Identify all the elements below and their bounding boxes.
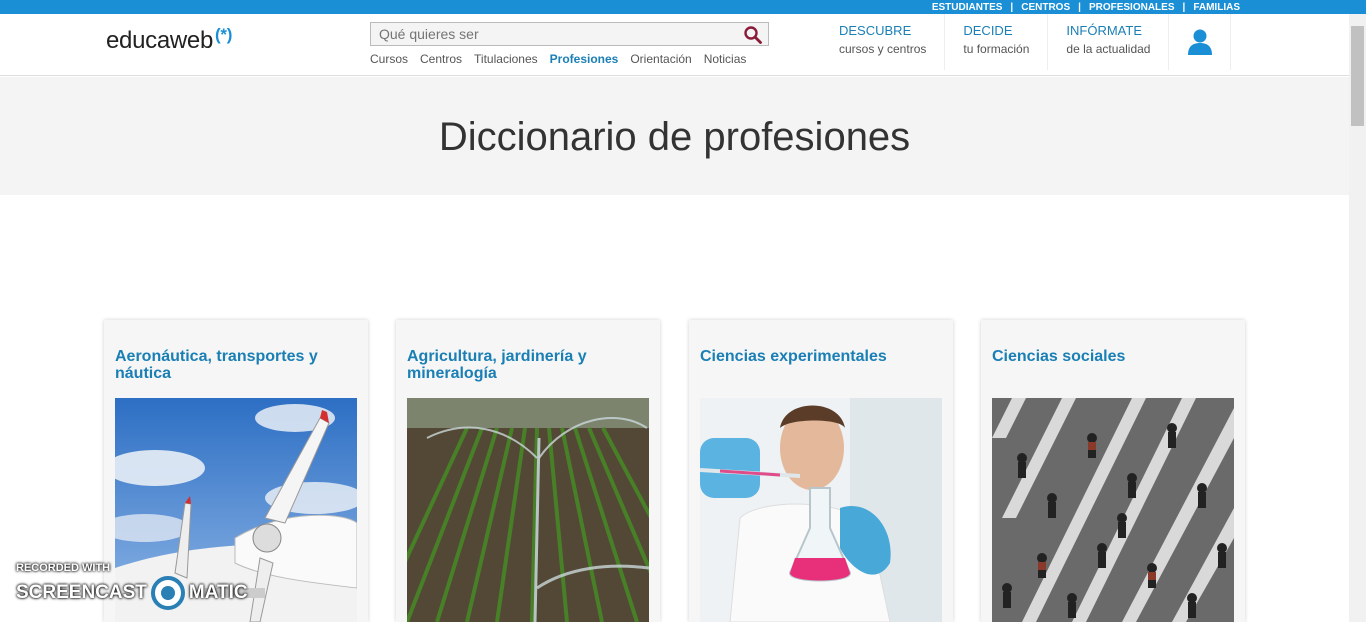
audience-links: ESTUDIANTES | CENTROS | PROFESIONALES | … [932, 0, 1240, 14]
main-nav: DESCUBRE cursos y centros DECIDE tu form… [821, 14, 1232, 76]
link-familias[interactable]: FAMILIAS [1193, 2, 1240, 13]
user-icon [1187, 29, 1212, 55]
link-centros[interactable]: CENTROS [1021, 2, 1070, 13]
subnav-titulaciones[interactable]: Titulaciones [474, 52, 538, 66]
watermark-word2: MATIC [188, 582, 248, 603]
search-input[interactable] [371, 23, 731, 45]
logo-mark: (*) [215, 25, 233, 44]
nav-subtitle: tu formación [963, 42, 1030, 56]
separator: | [1078, 1, 1081, 13]
watermark-line1: RECORDED WITH [16, 562, 111, 574]
watermark-brand: SCREENCAST MATIC [16, 576, 248, 610]
scrollbar-thumb[interactable] [1351, 26, 1364, 126]
link-estudiantes[interactable]: ESTUDIANTES [932, 2, 1003, 13]
nav-decide[interactable]: DECIDE tu formación [945, 14, 1049, 70]
subnav-centros[interactable]: Centros [420, 52, 462, 66]
watermark-word1: SCREENCAST [16, 582, 147, 603]
card-title[interactable]: Ciencias experimentales [700, 348, 940, 365]
page-title: Diccionario de profesiones [438, 115, 911, 159]
screencast-watermark: RECORDED WITH SCREENCAST MATIC [16, 562, 248, 610]
crowd-crosswalk-image[interactable] [992, 398, 1234, 622]
subnav-noticias[interactable]: Noticias [704, 52, 747, 66]
top-utility-bar: ESTUDIANTES | CENTROS | PROFESIONALES | … [0, 0, 1366, 14]
nav-title: DESCUBRE [839, 23, 912, 38]
nav-subtitle: de la actualidad [1066, 42, 1151, 56]
separator: | [1010, 1, 1014, 13]
nav-descubre[interactable]: DESCUBRE cursos y centros [821, 14, 946, 70]
nav-subtitle: cursos y centros [839, 42, 927, 56]
field-irrigation-image[interactable] [407, 398, 649, 622]
secondary-nav: Cursos Centros Titulaciones Profesiones … [370, 52, 758, 66]
lab-scientist-image[interactable] [700, 398, 942, 622]
category-card-agricultura[interactable]: Agricultura, jardinería y mineralogía [396, 320, 660, 622]
page-hero: Diccionario de profesiones [0, 77, 1349, 195]
separator: | [1182, 1, 1186, 13]
subnav-profesiones[interactable]: Profesiones [550, 52, 619, 66]
user-account-button[interactable] [1169, 14, 1232, 70]
card-title[interactable]: Ciencias sociales [992, 348, 1232, 365]
screencast-logo-icon [150, 576, 185, 610]
search-box [370, 22, 769, 46]
subnav-orientacion[interactable]: Orientación [630, 52, 691, 66]
search-icon[interactable] [743, 25, 763, 45]
site-logo[interactable]: educaweb (*) [106, 25, 233, 55]
nav-informate[interactable]: INFÓRMATE de la actualidad [1048, 14, 1170, 70]
site-header: educaweb(*) Cursos Centros Titulaciones … [0, 14, 1349, 76]
card-title[interactable]: Aeronáutica, transportes y náutica [115, 348, 355, 382]
card-title[interactable]: Agricultura, jardinería y mineralogía [407, 348, 647, 382]
link-profesionales[interactable]: PROFESIONALES [1089, 2, 1175, 13]
category-card-ciencias-sociales[interactable]: Ciencias sociales [981, 320, 1245, 622]
nav-title: INFÓRMATE [1066, 23, 1142, 38]
nav-title: DECIDE [963, 23, 1013, 38]
subnav-cursos[interactable]: Cursos [370, 52, 408, 66]
category-card-ciencias-experimentales[interactable]: Ciencias experimentales [689, 320, 953, 622]
logo-text: educaweb [106, 27, 214, 54]
